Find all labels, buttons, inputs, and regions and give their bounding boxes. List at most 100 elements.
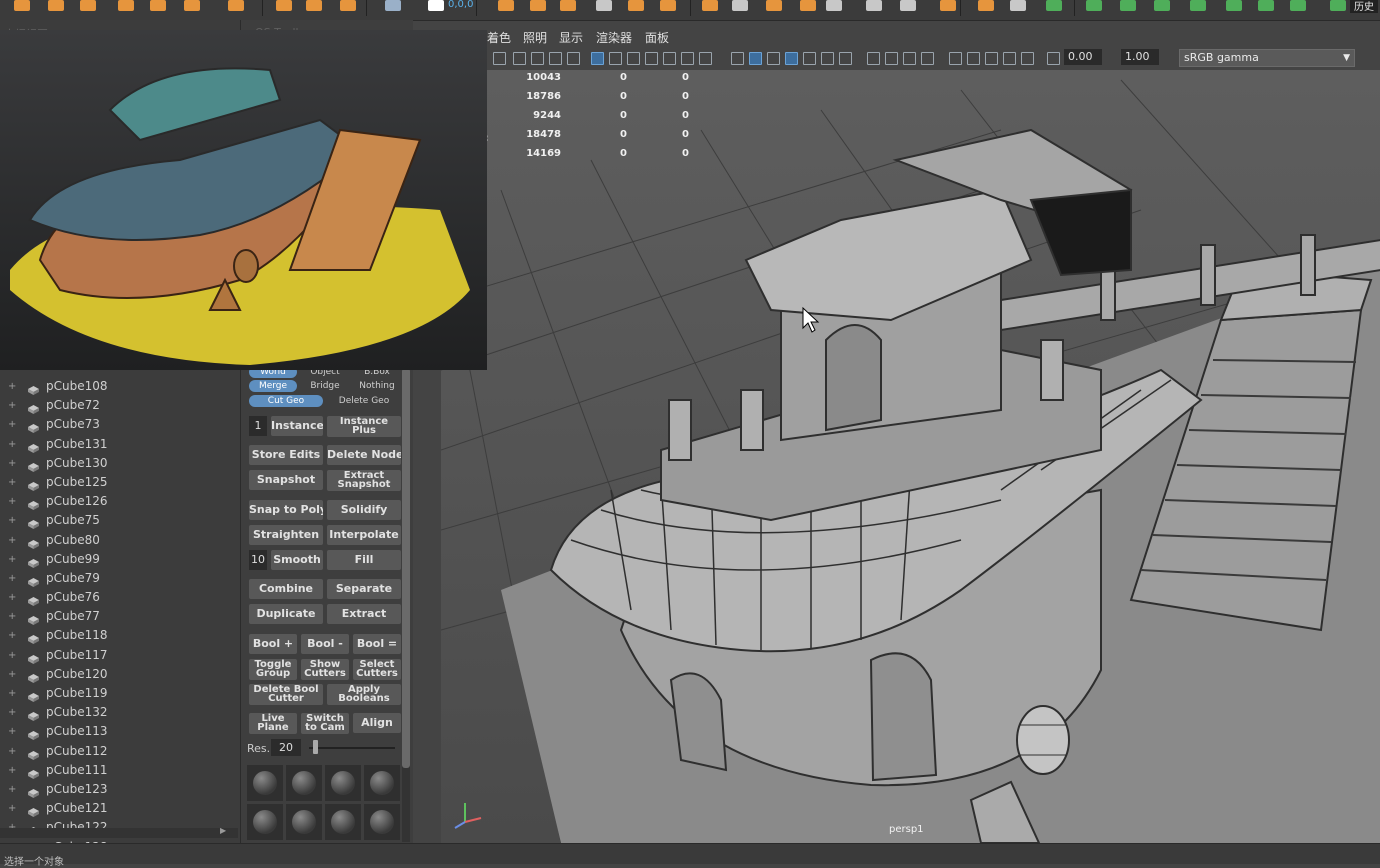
outliner-item[interactable]: + pCube75 xyxy=(0,511,238,530)
outliner-item[interactable]: + pCube130 xyxy=(0,454,238,473)
scroll-right-icon[interactable]: ▶ xyxy=(220,826,226,835)
viewport-tool-icon[interactable] xyxy=(967,52,980,65)
viewport-tool-icon[interactable] xyxy=(609,52,622,65)
cube-icon[interactable] xyxy=(118,0,134,11)
solidify-button[interactable]: Solidify xyxy=(327,500,401,520)
outliner-item[interactable]: + pCube119 xyxy=(0,684,238,703)
viewport-tool-icon[interactable] xyxy=(681,52,694,65)
outliner-item[interactable]: + pCube117 xyxy=(0,646,238,665)
cube-icon[interactable] xyxy=(1120,0,1136,11)
cube-icon[interactable] xyxy=(702,0,718,11)
expand-icon[interactable]: + xyxy=(8,550,20,569)
grid-icon[interactable] xyxy=(900,0,916,11)
expand-icon[interactable]: + xyxy=(8,761,20,780)
outliner-item[interactable]: + pCube72 xyxy=(0,396,238,415)
expand-icon[interactable]: + xyxy=(8,646,20,665)
apply-booleans-button[interactable]: Apply Booleans xyxy=(327,684,401,705)
viewport-tool-icon[interactable] xyxy=(731,52,744,65)
expand-icon[interactable]: + xyxy=(8,511,20,530)
material-swatch[interactable] xyxy=(247,804,283,840)
outliner-item[interactable]: + pCube76 xyxy=(0,588,238,607)
cube-icon[interactable] xyxy=(530,0,546,11)
color-space-select[interactable]: sRGB gamma ▼ xyxy=(1179,49,1355,67)
horizontal-scrollbar[interactable]: ▶ xyxy=(0,826,238,838)
expand-icon[interactable]: + xyxy=(8,569,20,588)
cube-icon[interactable] xyxy=(1046,0,1062,11)
expand-icon[interactable]: + xyxy=(8,722,20,741)
fill-button[interactable]: Fill xyxy=(327,550,401,570)
cube-icon[interactable] xyxy=(14,0,30,11)
cube-icon[interactable] xyxy=(826,0,842,11)
cube-icon[interactable] xyxy=(340,0,356,11)
duplicate-button[interactable]: Duplicate xyxy=(249,604,323,624)
viewport-tool-icon[interactable] xyxy=(839,52,852,65)
expand-icon[interactable]: + xyxy=(8,799,20,818)
viewport-tool-icon[interactable] xyxy=(567,52,580,65)
separate-button[interactable]: Separate xyxy=(327,579,401,599)
cube-icon[interactable] xyxy=(560,0,576,11)
expand-icon[interactable]: + xyxy=(8,454,20,473)
res-slider-handle[interactable] xyxy=(313,740,319,754)
material-swatch[interactable] xyxy=(286,804,322,840)
viewport-tool-icon[interactable] xyxy=(531,52,544,65)
viewport-tool-icon[interactable] xyxy=(921,52,934,65)
viewport-tool-icon[interactable] xyxy=(513,52,526,65)
viewport-tool-icon[interactable] xyxy=(663,52,676,65)
bool-difference-button[interactable]: Bool - xyxy=(301,634,349,654)
scrollbar-thumb[interactable] xyxy=(402,368,410,768)
select-cutters-button[interactable]: Select Cutters xyxy=(353,659,401,680)
arrow-icon[interactable] xyxy=(978,0,994,11)
expand-icon[interactable]: + xyxy=(8,531,20,550)
viewport-tool-icon[interactable] xyxy=(785,52,798,65)
exposure-field[interactable]: 0.00 xyxy=(1064,49,1102,65)
menu-show[interactable]: 显示 xyxy=(559,29,583,46)
outliner-item[interactable]: + pCube118 xyxy=(0,626,238,645)
bool-intersect-button[interactable]: Bool = xyxy=(353,634,401,654)
cut-geo-button[interactable]: Cut Geo xyxy=(249,395,323,407)
viewport-tool-icon[interactable] xyxy=(885,52,898,65)
gamma-field[interactable]: 1.00 xyxy=(1121,49,1159,65)
outliner-item[interactable]: + pCube131 xyxy=(0,435,238,454)
snapshot-button[interactable]: Snapshot xyxy=(249,470,323,490)
close-icon[interactable] xyxy=(428,0,444,11)
viewport-tool-icon[interactable] xyxy=(493,52,506,65)
material-swatch[interactable] xyxy=(364,804,400,840)
cube-icon[interactable] xyxy=(660,0,676,11)
viewport-tool-icon[interactable] xyxy=(985,52,998,65)
cube-icon[interactable] xyxy=(1190,0,1206,11)
show-cutters-button[interactable]: Show Cutters xyxy=(301,659,349,680)
cylinder-icon[interactable] xyxy=(385,0,401,11)
outliner-item[interactable]: + pCube99 xyxy=(0,550,238,569)
cube-icon[interactable] xyxy=(48,0,64,11)
outliner-item[interactable]: + pCube126 xyxy=(0,492,238,511)
close-icon[interactable] xyxy=(1330,0,1346,11)
perspective-viewport[interactable]: 着色 照明 显示 渲染器 面板 0.00 1.00 sRGB gamma ▼ 1… xyxy=(441,26,1380,843)
outliner-item[interactable]: + pCube108 xyxy=(0,377,238,396)
instance-plus-button[interactable]: Instance Plus xyxy=(327,416,401,437)
viewport-tool-icon[interactable] xyxy=(803,52,816,65)
arrow-icon[interactable] xyxy=(940,0,956,11)
expand-icon[interactable]: + xyxy=(8,415,20,434)
viewport-tool-icon[interactable] xyxy=(1003,52,1016,65)
expand-icon[interactable]: + xyxy=(8,626,20,645)
cube-icon[interactable] xyxy=(1086,0,1102,11)
outliner-item[interactable]: + pCube113 xyxy=(0,722,238,741)
viewport-tool-icon[interactable] xyxy=(749,52,762,65)
menu-shading[interactable]: 着色 xyxy=(487,29,511,46)
sphere-icon[interactable] xyxy=(498,0,514,11)
store-edits-button[interactable]: Store Edits xyxy=(249,445,323,465)
expand-icon[interactable]: + xyxy=(8,396,20,415)
expand-icon[interactable]: + xyxy=(8,742,20,761)
expand-icon[interactable]: + xyxy=(8,435,20,454)
expand-icon[interactable]: + xyxy=(8,703,20,722)
expand-icon[interactable]: + xyxy=(8,492,20,511)
grid-icon[interactable] xyxy=(596,0,612,11)
outliner-item[interactable]: + pCube77 xyxy=(0,607,238,626)
sphere-icon[interactable] xyxy=(766,0,782,11)
outliner-item[interactable]: + pCube80 xyxy=(0,531,238,550)
res-field[interactable]: 20 xyxy=(271,739,301,756)
cube-icon[interactable] xyxy=(1290,0,1306,11)
snap-to-poly-button[interactable]: Snap to Poly xyxy=(249,500,323,520)
outliner-item[interactable]: + pCube123 xyxy=(0,780,238,799)
sphere-icon[interactable] xyxy=(228,0,244,11)
